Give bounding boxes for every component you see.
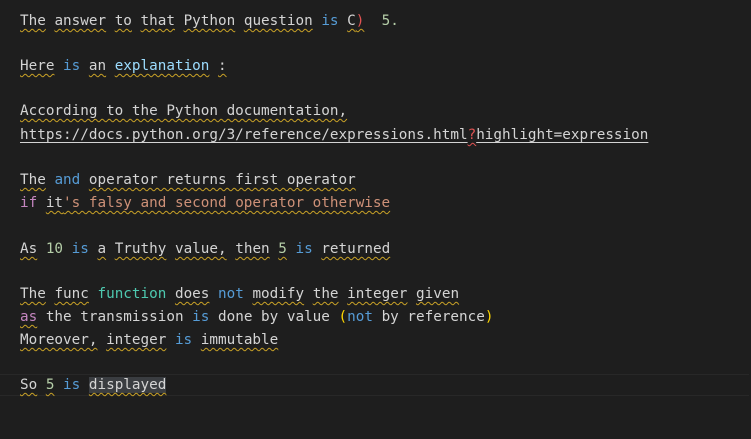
editor-line-4[interactable]: https://docs.python.org/3/reference/expr… xyxy=(20,124,648,146)
editor-line-3[interactable]: According to the Python documentation, xyxy=(20,100,347,122)
number-literal: 10 xyxy=(45,241,64,257)
keyword-is: is xyxy=(295,241,313,257)
word: the xyxy=(312,286,339,302)
question-mark: ? xyxy=(467,127,477,143)
word: immutable xyxy=(200,332,279,348)
word: The xyxy=(20,172,46,188)
text: by reference xyxy=(381,309,485,325)
keyword-not: not xyxy=(218,286,244,302)
word: given xyxy=(416,286,460,302)
editor-line-5[interactable]: The and operator returns first operator xyxy=(20,169,356,191)
keyword-and: and xyxy=(54,172,81,188)
colon: : xyxy=(218,58,227,74)
keyword-is: is xyxy=(174,332,193,348)
string-literal: 's falsy and second operator otherwise xyxy=(63,195,391,211)
editor-line-1[interactable]: The answer to that Python question is C)… xyxy=(20,10,399,32)
editor-line-7[interactable]: As 10 is a Truthy value, then 5 is retur… xyxy=(20,238,390,260)
keyword-is: is xyxy=(192,309,210,325)
word: func xyxy=(54,286,89,302)
word: Truthy xyxy=(114,241,167,257)
word: integer xyxy=(347,286,408,302)
documentation-link[interactable]: https://docs.python.org/3/reference/expr… xyxy=(20,127,468,143)
editor-line-11[interactable]: So 5 is displayed xyxy=(20,374,167,396)
word: As xyxy=(20,241,38,257)
word: Moreover, xyxy=(20,332,98,348)
word: answer xyxy=(54,13,107,29)
word: Here xyxy=(20,58,55,74)
documentation-link-query[interactable]: highlight=expression xyxy=(476,127,648,143)
word: to xyxy=(114,13,132,29)
word: The xyxy=(20,13,46,29)
editor-line-6[interactable]: if it's falsy and second operator otherw… xyxy=(20,192,390,214)
word: modify xyxy=(252,286,305,302)
text: done by value xyxy=(218,309,330,325)
keyword-not: not xyxy=(347,309,373,325)
text: operator returns first operator xyxy=(88,172,356,188)
text: the transmission xyxy=(45,309,184,325)
word: question xyxy=(243,13,313,29)
editor-line-10[interactable]: Moreover, integer is immutable xyxy=(20,329,278,351)
keyword-is: is xyxy=(321,13,339,29)
editor-line-8[interactable]: The func function does not modify the in… xyxy=(20,283,459,305)
word: an xyxy=(88,58,107,74)
answer-option: C xyxy=(347,13,356,29)
paren-close: ) xyxy=(484,309,494,325)
word: then xyxy=(235,241,270,257)
word: returned xyxy=(321,241,391,257)
word: The xyxy=(20,286,46,302)
word: Python xyxy=(183,13,236,29)
paren-open: ( xyxy=(338,309,348,325)
editor-line-2[interactable]: Here is an explanation : xyxy=(20,55,227,77)
keyword-if: if xyxy=(20,195,38,211)
number-literal: 5. xyxy=(381,13,399,29)
code-editor[interactable]: The answer to that Python question is C)… xyxy=(0,0,751,439)
text: According to the Python documentation, xyxy=(20,103,348,119)
word: a xyxy=(97,241,107,257)
paren-close: ) xyxy=(355,13,365,29)
word: does xyxy=(174,286,210,302)
number-literal: 5 xyxy=(278,241,287,257)
word: that xyxy=(140,13,175,29)
variable: explanation xyxy=(114,58,210,74)
word: it xyxy=(45,195,64,211)
editor-line-9[interactable]: as the transmission is done by value (no… xyxy=(20,306,493,328)
word: So xyxy=(20,377,38,393)
keyword-is: is xyxy=(71,241,89,257)
number-literal: 5 xyxy=(45,377,55,393)
class-name: function xyxy=(97,286,167,302)
keyword-is: is xyxy=(63,377,81,393)
word: value, xyxy=(174,241,227,257)
selected-word: displayed xyxy=(88,377,167,393)
keyword-as: as xyxy=(20,309,38,325)
keyword-is: is xyxy=(63,58,81,74)
word: integer xyxy=(106,332,167,348)
